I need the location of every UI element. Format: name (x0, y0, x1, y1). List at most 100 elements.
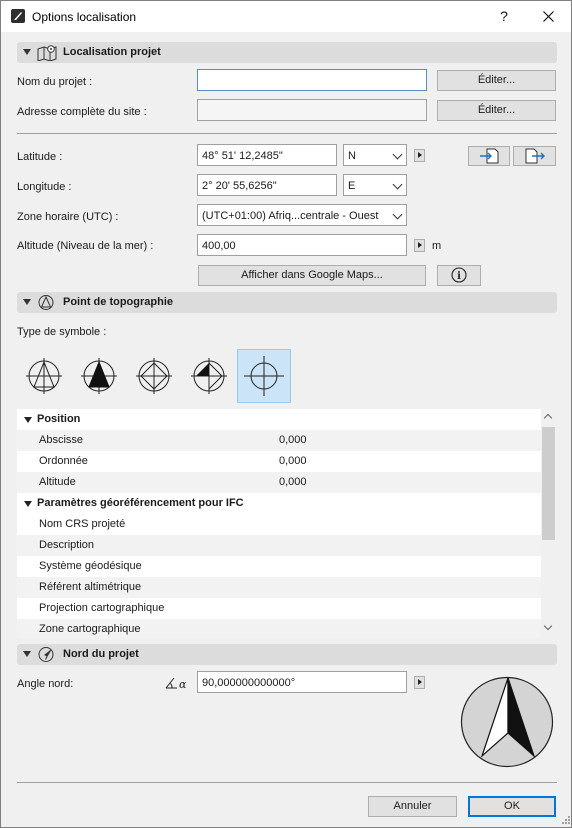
collapse-triangle-icon (23, 299, 31, 305)
collapse-triangle-icon (24, 417, 32, 423)
grid-row[interactable]: Ordonnée 0,000 (17, 451, 541, 472)
grid-row-name: Nom CRS projeté (39, 518, 126, 530)
grid-row-name: Système géodésique (39, 560, 142, 572)
info-button[interactable]: i (437, 265, 481, 286)
survey-symbol-quarter-filled-icon (191, 358, 227, 394)
survey-symbol-crosshair-icon (244, 356, 284, 396)
close-icon (542, 11, 554, 22)
longitude-input[interactable]: 2° 20' 55,6256" (197, 174, 337, 196)
title-bar: Options localisation ? (1, 1, 571, 32)
altitude-unit: m (432, 240, 442, 252)
grid-row-value[interactable]: 0,000 (279, 434, 307, 446)
survey-point-property-grid[interactable]: Position Abscisse 0,000 Ordonnée 0,000 A… (17, 409, 541, 638)
survey-symbol-triangle-filled-icon (81, 358, 117, 394)
cancel-button[interactable]: Annuler (368, 796, 457, 817)
grid-row[interactable]: Projection cartographique (17, 598, 541, 619)
project-name-input[interactable] (197, 69, 427, 91)
timezone-label: Zone horaire (UTC) : (17, 211, 119, 223)
grid-row-name: Projection cartographique (39, 602, 165, 614)
section-title: Nord du projet (63, 648, 139, 660)
section-title: Localisation projet (63, 46, 161, 58)
grid-row-name: Abscisse (39, 434, 84, 446)
grid-group-title: Position (37, 413, 81, 425)
import-coordinates-button[interactable] (468, 146, 510, 166)
north-angle-expand-arrow[interactable] (414, 676, 425, 689)
grid-group-header[interactable]: Position (17, 409, 541, 430)
latitude-hemisphere-select[interactable]: N (343, 144, 407, 166)
latitude-label: Latitude : (17, 151, 63, 163)
longitude-hemisphere-select[interactable]: E (343, 174, 407, 196)
survey-symbol-triangle-outline-icon (26, 358, 62, 394)
grid-row[interactable]: Zone cartographique (17, 619, 541, 638)
angle-icon: α (165, 674, 191, 692)
google-maps-button[interactable]: Afficher dans Google Maps... (198, 265, 426, 286)
divider (17, 133, 557, 134)
scroll-down-icon[interactable] (543, 621, 553, 631)
longitude-label: Longitude : (17, 181, 72, 193)
grid-row[interactable]: Description (17, 535, 541, 556)
grid-row-name: Description (39, 539, 95, 551)
edit-project-name-button[interactable]: Éditer... (437, 70, 556, 91)
timezone-select[interactable]: (UTC+01:00) Afriq...centrale - Ouest (197, 204, 407, 226)
export-coordinates-button[interactable] (513, 146, 556, 166)
north-angle-input[interactable]: 90,000000000000° (197, 671, 407, 693)
window-title: Options localisation (32, 10, 137, 24)
section-project-north[interactable]: Nord du projet (17, 644, 557, 665)
grid-row-name: Ordonnée (39, 455, 88, 467)
info-icon: i (451, 267, 467, 283)
site-address-input[interactable] (197, 99, 427, 121)
grid-row[interactable]: Altitude 0,000 (17, 472, 541, 493)
survey-symbol-4[interactable] (182, 349, 236, 403)
export-icon (525, 148, 545, 164)
survey-symbol-3[interactable] (127, 349, 181, 403)
compass-icon (38, 647, 54, 662)
collapse-triangle-icon (24, 501, 32, 507)
longitude-hemisphere-value: E (348, 180, 356, 192)
help-button[interactable]: ? (481, 1, 527, 32)
grid-row[interactable]: Système géodésique (17, 556, 541, 577)
survey-symbol-diamond-icon (136, 358, 172, 394)
grid-group-header[interactable]: Paramètres géoréférencement pour IFC (17, 493, 541, 514)
grid-row-name: Altitude (39, 476, 76, 488)
grid-group-title: Paramètres géoréférencement pour IFC (37, 497, 244, 509)
footer-divider (17, 782, 557, 783)
north-angle-label: Angle nord: (17, 678, 74, 690)
survey-symbol-5[interactable] (237, 349, 291, 403)
latitude-hemisphere-value: N (348, 150, 356, 162)
resize-grip-icon[interactable] (559, 815, 571, 827)
grid-row[interactable]: Nom CRS projeté (17, 514, 541, 535)
grid-row[interactable]: Référent altimétrique (17, 577, 541, 598)
site-address-label: Adresse complète du site : (17, 106, 147, 118)
altitude-label: Altitude (Niveau de la mer) : (17, 240, 154, 252)
import-icon (480, 148, 499, 164)
grid-scrollbar[interactable] (541, 409, 557, 638)
grid-row-name: Zone cartographique (39, 623, 141, 635)
close-button[interactable] (525, 1, 571, 32)
section-title: Point de topographie (63, 296, 173, 308)
options-localisation-dialog: Options localisation ? Localisation proj… (0, 0, 572, 828)
edit-site-address-button[interactable]: Éditer... (437, 100, 556, 121)
scroll-thumb[interactable] (542, 427, 555, 540)
altitude-expand-arrow[interactable] (414, 239, 425, 252)
info-icon-glyph: i (457, 271, 461, 282)
survey-symbol-2[interactable] (72, 349, 126, 403)
collapse-triangle-icon (23, 49, 31, 55)
grid-row[interactable]: Abscisse 0,000 (17, 430, 541, 451)
altitude-input[interactable]: 400,00 (197, 234, 407, 256)
latitude-input[interactable]: 48° 51' 12,2485" (197, 144, 337, 166)
project-name-label: Nom du projet : (17, 76, 93, 88)
angle-symbol-glyph: α (179, 678, 187, 691)
survey-symbol-1[interactable] (17, 349, 71, 403)
grid-row-value[interactable]: 0,000 (279, 476, 307, 488)
section-survey-point[interactable]: Point de topographie (17, 292, 557, 313)
chevron-down-icon (392, 179, 403, 190)
angle-symbol-icon: α (165, 677, 187, 691)
grid-row-value[interactable]: 0,000 (279, 455, 307, 467)
section-project-location[interactable]: Localisation projet (17, 42, 557, 63)
collapse-triangle-icon (23, 651, 31, 657)
timezone-value: (UTC+01:00) Afriq...centrale - Ouest (202, 210, 379, 222)
scroll-up-icon[interactable] (543, 413, 553, 423)
ok-button[interactable]: OK (468, 796, 556, 817)
survey-point-icon (38, 295, 54, 310)
latitude-expand-arrow[interactable] (414, 149, 425, 162)
